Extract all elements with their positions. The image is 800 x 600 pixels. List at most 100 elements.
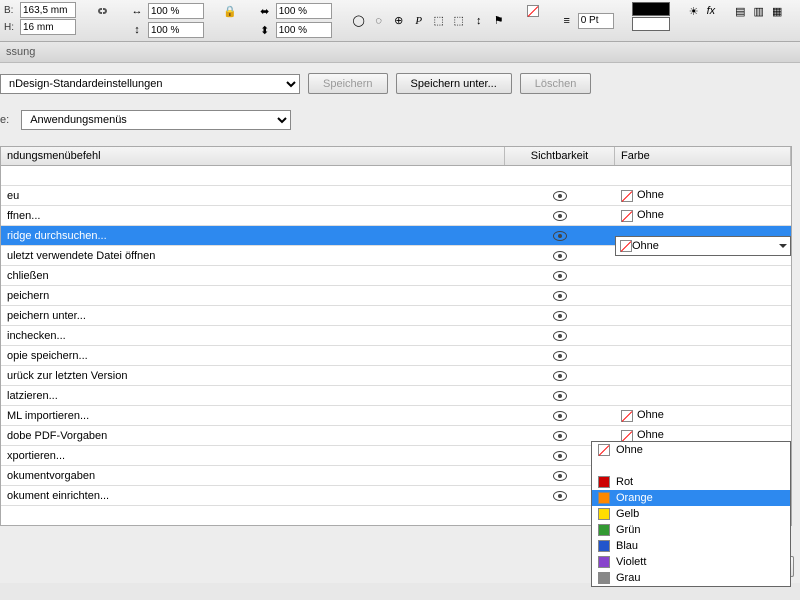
color-cell[interactable]: Ohne (615, 409, 791, 421)
visibility-cell[interactable] (505, 391, 615, 401)
stroke-swatch[interactable] (632, 17, 670, 31)
save-button[interactable]: Speichern (308, 73, 388, 94)
stroke-input[interactable] (578, 13, 614, 29)
wrap-1-icon[interactable]: ▤ (734, 2, 746, 20)
color-option[interactable]: Violett (592, 554, 790, 570)
table-row[interactable]: opie speichern... (1, 346, 791, 366)
spacing-icon[interactable]: ↕ (470, 12, 488, 30)
link-icon[interactable] (94, 2, 110, 20)
settings-dropdown[interactable]: nDesign-Standardeinstellungen (0, 74, 300, 94)
visibility-cell[interactable] (505, 331, 615, 341)
category-row: e: Anwendungsmenüs (0, 110, 792, 130)
table-row[interactable]: urück zur letzten Version (1, 366, 791, 386)
eye-icon[interactable] (553, 291, 567, 301)
table-row[interactable]: ridge durchsuchen... Ohne (1, 226, 791, 246)
eye-icon[interactable] (553, 231, 567, 241)
color-option-label: Rot (616, 476, 633, 488)
eye-icon[interactable] (553, 251, 567, 261)
height-input[interactable] (20, 19, 76, 35)
select-tool-icon[interactable]: ◯ (350, 12, 368, 30)
constrain-icon[interactable]: 🔒 (222, 2, 238, 20)
content-scale-group: ⬌ ⬍ (256, 2, 332, 39)
color-cell[interactable]: Ohne (615, 429, 791, 441)
visibility-cell[interactable] (505, 311, 615, 321)
eye-icon[interactable] (553, 391, 567, 401)
table-row[interactable]: peichern unter... (1, 306, 791, 326)
fill-swatch[interactable] (632, 2, 670, 16)
color-option[interactable] (592, 458, 790, 474)
command-cell: urück zur letzten Version (1, 370, 505, 382)
none-swatch-icon (620, 240, 632, 252)
save-as-button[interactable]: Speichern unter... (396, 73, 512, 94)
effects-icon[interactable]: ☀ (688, 2, 700, 20)
eye-icon[interactable] (553, 411, 567, 421)
color-option[interactable]: Orange (592, 490, 790, 506)
flag-icon[interactable]: ⚑ (490, 12, 508, 30)
color-swatch-icon (598, 524, 610, 536)
eye-icon[interactable] (553, 311, 567, 321)
eye-icon[interactable] (553, 351, 567, 361)
table-row[interactable]: chließen (1, 266, 791, 286)
visibility-cell[interactable] (505, 371, 615, 381)
header-color: Farbe (615, 147, 791, 165)
eye-icon[interactable] (553, 331, 567, 341)
color-cell[interactable]: Ohne (615, 209, 791, 221)
color-select[interactable]: Ohne (615, 236, 791, 256)
scale-y-input[interactable] (148, 22, 204, 38)
visibility-cell[interactable] (505, 291, 615, 301)
table-row[interactable] (1, 166, 791, 186)
eye-icon[interactable] (553, 271, 567, 281)
color-swatch-icon (598, 444, 610, 456)
fx-icon[interactable]: fx (706, 2, 717, 20)
text-icon[interactable]: P (410, 12, 428, 30)
align-icon[interactable]: ⬚ (430, 12, 448, 30)
visibility-cell[interactable] (505, 231, 615, 241)
no-fill-icon[interactable] (526, 2, 540, 20)
dash-circle-icon[interactable]: ◌ (370, 12, 388, 30)
content-y-input[interactable] (276, 22, 332, 38)
visibility-cell[interactable] (505, 351, 615, 361)
width-label: B: (4, 5, 18, 16)
table-row[interactable]: ML importieren...Ohne (1, 406, 791, 426)
distribute-icon[interactable]: ⬚ (450, 12, 468, 30)
category-dropdown[interactable]: Anwendungsmenüs (21, 110, 291, 130)
eye-icon[interactable] (553, 431, 567, 441)
color-option[interactable]: Ohne (592, 442, 790, 458)
eye-icon[interactable] (553, 371, 567, 381)
visibility-cell[interactable] (505, 191, 615, 201)
delete-button[interactable]: Löschen (520, 73, 592, 94)
color-option[interactable]: Rot (592, 474, 790, 490)
table-row[interactable]: peichern (1, 286, 791, 306)
wrap-2-icon[interactable]: ▥ (753, 2, 765, 20)
visibility-cell[interactable] (505, 211, 615, 221)
table-row[interactable]: ffnen...Ohne (1, 206, 791, 226)
visibility-cell[interactable] (505, 411, 615, 421)
width-input[interactable] (20, 2, 76, 18)
color-option[interactable]: Gelb (592, 506, 790, 522)
target-icon[interactable]: ⊕ (390, 12, 408, 30)
content-x-input[interactable] (276, 3, 332, 19)
color-dropdown-list[interactable]: Ohne Rot OrangeGelbGrünBlauViolettGrau (591, 441, 791, 587)
scale-x-input[interactable] (148, 3, 204, 19)
color-cell[interactable]: Ohne (615, 189, 791, 201)
visibility-cell[interactable] (505, 251, 615, 261)
wrap-3-icon[interactable]: ▦ (771, 2, 783, 20)
table-row[interactable]: euOhne (1, 186, 791, 206)
eye-icon[interactable] (553, 491, 567, 501)
color-option[interactable]: Grün (592, 522, 790, 538)
eye-icon[interactable] (553, 211, 567, 221)
eye-icon[interactable] (553, 451, 567, 461)
table-row[interactable]: latzieren... (1, 386, 791, 406)
stroke-icon: ≡ (558, 12, 576, 30)
content-y-icon: ⬍ (256, 21, 274, 39)
eye-icon[interactable] (553, 191, 567, 201)
color-option[interactable]: Grau (592, 570, 790, 586)
command-cell: dobe PDF-Vorgaben (1, 430, 505, 442)
none-swatch-icon (621, 430, 633, 442)
scale-group: ↔ ↕ (128, 2, 204, 39)
visibility-cell[interactable] (505, 271, 615, 281)
color-option[interactable]: Blau (592, 538, 790, 554)
eye-icon[interactable] (553, 471, 567, 481)
visibility-cell[interactable] (505, 431, 615, 441)
table-row[interactable]: inchecken... (1, 326, 791, 346)
